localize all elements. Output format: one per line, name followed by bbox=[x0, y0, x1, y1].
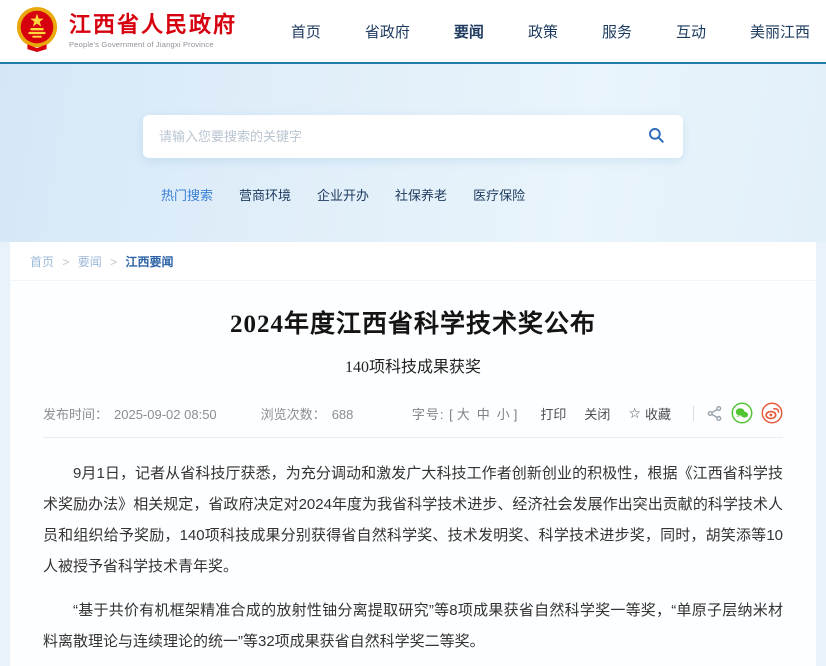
views-value: 688 bbox=[332, 407, 354, 422]
fontsize-label: 字号: bbox=[412, 407, 445, 422]
meta-left: 发布时间： 2025-09-02 08:50 浏览次数： 688 bbox=[43, 404, 359, 423]
nav-item-news[interactable]: 要闻 bbox=[454, 21, 484, 42]
hot-link-medical-insurance[interactable]: 医疗保险 bbox=[473, 185, 525, 204]
article-subtitle: 140项科技成果获奖 bbox=[10, 353, 816, 377]
views-label: 浏览次数： bbox=[261, 407, 326, 422]
site-header: 江西省人民政府 People's Government of Jiangxi P… bbox=[0, 0, 826, 64]
fontsize-medium-button[interactable]: 中 bbox=[477, 407, 491, 422]
search-box bbox=[143, 115, 683, 158]
breadcrumb-separator: > bbox=[62, 255, 69, 269]
content-card: 首页 > 要闻 > 江西要闻 2024年度江西省科学技术奖公布 140项科技成果… bbox=[10, 242, 816, 666]
star-icon: ☆ bbox=[628, 405, 641, 422]
hot-link-company-registration[interactable]: 企业开办 bbox=[317, 185, 369, 204]
hot-search-label: 热门搜索 bbox=[161, 185, 213, 204]
print-button[interactable]: 打印 bbox=[540, 404, 566, 423]
article-body: 9月1日，记者从省科技厅获悉，为充分调动和激发广大科技工作者创新创业的积极性，根… bbox=[10, 438, 816, 666]
meta-right: 字号: [大中小] 打印 关闭 ☆收藏 bbox=[412, 402, 783, 424]
hot-search-row: 热门搜索 营商环境 企业开办 社保养老 医疗保险 bbox=[143, 185, 683, 204]
fontsize-control: 字号: [大中小] bbox=[412, 404, 519, 423]
favorite-button[interactable]: ☆收藏 bbox=[628, 404, 671, 423]
breadcrumb-separator: > bbox=[110, 255, 117, 269]
national-emblem-icon bbox=[14, 6, 60, 57]
search-button[interactable] bbox=[645, 124, 667, 149]
search-input[interactable] bbox=[159, 129, 645, 144]
article-paragraph: 9月1日，记者从省科技厅获悉，为充分调动和激发广大科技工作者创新创业的积极性，根… bbox=[43, 458, 783, 582]
fontsize-small-button[interactable]: 小 bbox=[497, 407, 511, 422]
main-nav: 首页 省政府 要闻 政策 服务 互动 美丽江西 bbox=[291, 21, 810, 42]
hot-link-social-security[interactable]: 社保养老 bbox=[395, 185, 447, 204]
site-logo[interactable]: 江西省人民政府 People's Government of Jiangxi P… bbox=[14, 6, 237, 57]
weibo-share-icon[interactable] bbox=[761, 402, 783, 424]
nav-item-provincial-government[interactable]: 省政府 bbox=[365, 21, 410, 42]
fontsize-bracket-close: ] bbox=[514, 407, 519, 422]
nav-item-beautiful-jiangxi[interactable]: 美丽江西 bbox=[750, 21, 810, 42]
share-icon[interactable] bbox=[706, 405, 723, 422]
site-name-english: People's Government of Jiangxi Province bbox=[69, 40, 237, 49]
breadcrumb-home[interactable]: 首页 bbox=[30, 255, 54, 269]
nav-item-interaction[interactable]: 互动 bbox=[676, 21, 706, 42]
nav-item-policy[interactable]: 政策 bbox=[528, 21, 558, 42]
fontsize-bracket-open: [ bbox=[449, 407, 454, 422]
article-paragraph: “基于共价有机框架精准合成的放射性铀分离提取研究”等8项成果获省自然科学奖一等奖… bbox=[43, 595, 783, 657]
meta-divider bbox=[693, 406, 694, 421]
nav-item-home[interactable]: 首页 bbox=[291, 21, 321, 42]
favorite-label: 收藏 bbox=[645, 404, 671, 423]
site-name: 江西省人民政府 bbox=[69, 13, 237, 37]
nav-item-services[interactable]: 服务 bbox=[602, 21, 632, 42]
share-icon-group bbox=[706, 402, 783, 424]
fontsize-large-button[interactable]: 大 bbox=[457, 407, 471, 422]
breadcrumb-news[interactable]: 要闻 bbox=[78, 255, 102, 269]
publish-time-label: 发布时间： bbox=[43, 407, 108, 422]
search-banner: 热门搜索 营商环境 企业开办 社保养老 医疗保险 bbox=[0, 64, 826, 242]
breadcrumb-current: 江西要闻 bbox=[125, 255, 173, 269]
breadcrumb: 首页 > 要闻 > 江西要闻 bbox=[10, 242, 816, 281]
wechat-share-icon[interactable] bbox=[731, 402, 753, 424]
article-title: 2024年度江西省科学技术奖公布 bbox=[10, 304, 816, 340]
article-meta-row: 发布时间： 2025-09-02 08:50 浏览次数： 688 字号: [大中小] … bbox=[43, 402, 783, 438]
logo-text: 江西省人民政府 People's Government of Jiangxi P… bbox=[69, 13, 237, 49]
publish-time-value: 2025-09-02 08:50 bbox=[114, 407, 217, 422]
close-button[interactable]: 关闭 bbox=[584, 404, 610, 423]
search-icon bbox=[647, 126, 665, 147]
hot-link-business-environment[interactable]: 营商环境 bbox=[239, 185, 291, 204]
